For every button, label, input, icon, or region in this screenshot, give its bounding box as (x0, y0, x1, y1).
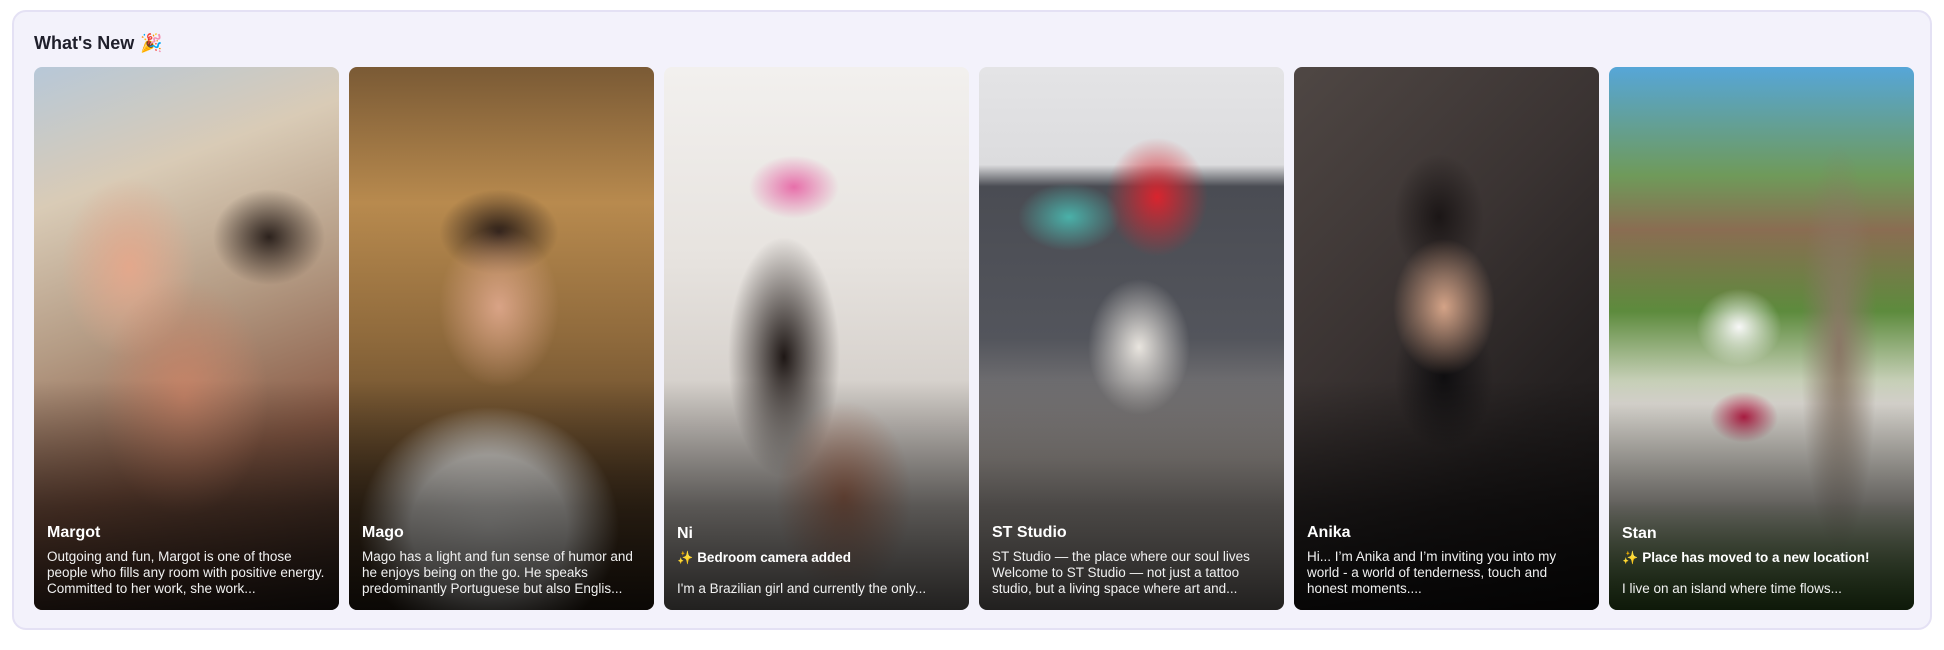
card-name: Ni (677, 525, 693, 542)
card-update-text: Place has moved to a new location! (1642, 550, 1870, 565)
sparkles-icon: ✨ (1622, 550, 1639, 565)
party-popper-icon: 🎉 (140, 33, 163, 53)
card-update-text: Bedroom camera added (697, 550, 851, 565)
card-anika[interactable]: Anika Hi... I’m Anika and I’m inviting y… (1294, 67, 1599, 610)
card-description: I live on an island where time flows... (1622, 581, 1842, 596)
card-description: ST Studio — the place where our soul liv… (992, 549, 1250, 596)
card-mago[interactable]: Mago Mago has a light and fun sense of h… (349, 67, 654, 610)
card-st-studio[interactable]: ST Studio ST Studio — the place where ou… (979, 67, 1284, 610)
section-title: What's New 🎉 (34, 33, 163, 54)
card-stan[interactable]: Stan ✨ Place has moved to a new location… (1609, 67, 1914, 610)
card-info: Anika Hi... I’m Anika and I’m inviting y… (1307, 524, 1587, 597)
card-info: Mago Mago has a light and fun sense of h… (362, 524, 642, 597)
card-name: Stan (1622, 525, 1657, 542)
card-margot[interactable]: Margot Outgoing and fun, Margot is one o… (34, 67, 339, 610)
card-info: ST Studio ST Studio — the place where ou… (992, 524, 1272, 597)
card-update: ✨ Bedroom camera added (677, 550, 957, 566)
card-info: Stan ✨ Place has moved to a new location… (1622, 525, 1902, 597)
section-title-text: What's New (34, 33, 135, 53)
card-description: I'm a Brazilian girl and currently the o… (677, 581, 927, 596)
sparkles-icon: ✨ (677, 550, 694, 565)
cards-row: Margot Outgoing and fun, Margot is one o… (34, 67, 1914, 610)
card-ni[interactable]: Ni ✨ Bedroom camera added I'm a Brazilia… (664, 67, 969, 610)
card-name: Anika (1307, 524, 1351, 541)
card-update: ✨ Place has moved to a new location! (1622, 550, 1902, 566)
card-info: Ni ✨ Bedroom camera added I'm a Brazilia… (677, 525, 957, 597)
card-description: Hi... I’m Anika and I’m inviting you int… (1307, 549, 1557, 596)
card-name: ST Studio (992, 524, 1067, 541)
card-description: Mago has a light and fun sense of humor … (362, 549, 633, 596)
card-info: Margot Outgoing and fun, Margot is one o… (47, 524, 327, 597)
card-name: Margot (47, 524, 101, 541)
whats-new-panel: What's New 🎉 Margot Outgoing and fun, Ma… (12, 10, 1932, 630)
card-name: Mago (362, 524, 404, 541)
card-description: Outgoing and fun, Margot is one of those… (47, 549, 325, 596)
